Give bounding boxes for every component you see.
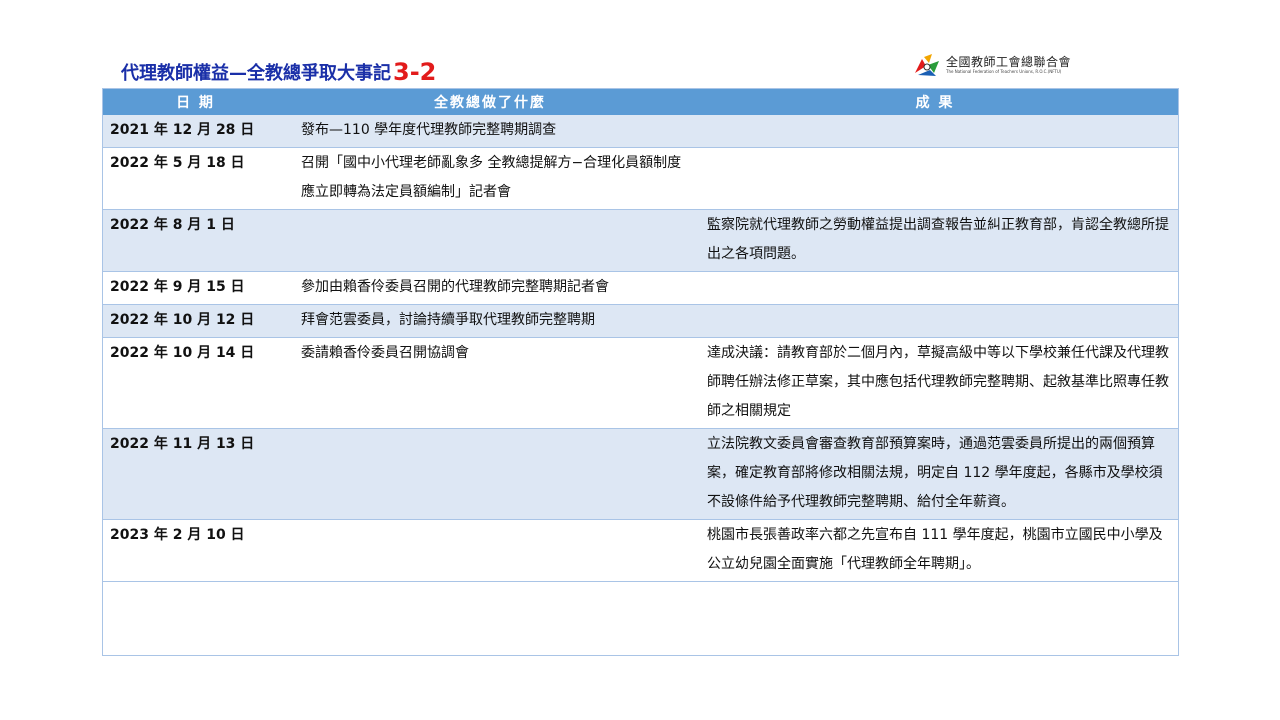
milestone-table: 日 期 全教總做了什麼 成 果 2021 年 12 月 28 日 發布—110 … <box>102 88 1179 582</box>
column-header-result: 成 果 <box>691 88 1179 115</box>
row-action: 發布—110 學年度代理教師完整聘期調查 <box>289 115 691 148</box>
row-date: 2022 年 8 月 1 日 <box>102 209 289 272</box>
table-row: 2022 年 10 月 12 日 拜會范雲委員，討論持續爭取代理教師完整聘期 <box>102 304 1179 338</box>
table-row: 2022 年 11 月 13 日 立法院教文委員會審查教育部預算案時，通過范雲委… <box>102 428 1179 520</box>
table-row: 2022 年 5 月 18 日 召開「國中小代理老師亂象多 全教總提解方−合理化… <box>102 147 1179 210</box>
row-action: 召開「國中小代理老師亂象多 全教總提解方−合理化員額制度應立即轉為法定員額編制」… <box>289 147 691 210</box>
row-date: 2022 年 5 月 18 日 <box>102 147 289 210</box>
row-result <box>691 304 1179 338</box>
row-date: 2022 年 10 月 14 日 <box>102 337 289 429</box>
row-action: 委請賴香伶委員召開協調會 <box>289 337 691 429</box>
table-row: 2022 年 8 月 1 日 監察院就代理教師之勞動權益提出調查報告並糾正教育部… <box>102 209 1179 272</box>
row-action <box>289 209 691 272</box>
row-result: 桃園市長張善政率六都之先宣布自 111 學年度起，桃園市立國民中小學及公立幼兒園… <box>691 519 1179 582</box>
row-result <box>691 115 1179 148</box>
row-result: 監察院就代理教師之勞動權益提出調查報告並糾正教育部，肯認全教總所提出之各項問題。 <box>691 209 1179 272</box>
table-row: 2022 年 9 月 15 日 參加由賴香伶委員召開的代理教師完整聘期記者會 <box>102 271 1179 305</box>
column-header-action: 全教總做了什麼 <box>289 88 691 115</box>
page-title: 代理教師權益—全教總爭取大事記 3-2 <box>121 56 436 86</box>
page-title-text: 代理教師權益—全教總爭取大事記 <box>121 63 391 84</box>
row-date: 2021 年 12 月 28 日 <box>102 115 289 148</box>
page-title-number: 3-2 <box>393 58 437 86</box>
row-result: 立法院教文委員會審查教育部預算案時，通過范雲委員所提出的兩個預算案，確定教育部將… <box>691 428 1179 520</box>
org-logo: 全國教師工會總聯合會 The National Federation of Te… <box>912 50 1092 80</box>
row-action <box>289 519 691 582</box>
column-header-date: 日 期 <box>102 88 289 115</box>
row-date: 2022 年 10 月 12 日 <box>102 304 289 338</box>
logo-chinese-name: 全國教師工會總聯合會 <box>946 55 1072 69</box>
nftu-logo-icon <box>915 54 939 76</box>
row-result: 達成決議：請教育部於二個月內，草擬高級中等以下學校兼任代課及代理教師聘任辦法修正… <box>691 337 1179 429</box>
row-date: 2022 年 9 月 15 日 <box>102 271 289 305</box>
table-header-row: 日 期 全教總做了什麼 成 果 <box>102 88 1179 115</box>
row-result <box>691 147 1179 210</box>
row-result <box>691 271 1179 305</box>
row-action: 參加由賴香伶委員召開的代理教師完整聘期記者會 <box>289 271 691 305</box>
table-row: 2022 年 10 月 14 日 委請賴香伶委員召開協調會 達成決議：請教育部於… <box>102 337 1179 429</box>
row-action <box>289 428 691 520</box>
logo-english-name: The National Federation of Teachers Unio… <box>946 69 1062 74</box>
row-date: 2023 年 2 月 10 日 <box>102 519 289 582</box>
row-action: 拜會范雲委員，討論持續爭取代理教師完整聘期 <box>289 304 691 338</box>
row-date: 2022 年 11 月 13 日 <box>102 428 289 520</box>
table-row: 2021 年 12 月 28 日 發布—110 學年度代理教師完整聘期調查 <box>102 115 1179 148</box>
table-row: 2023 年 2 月 10 日 桃園市長張善政率六都之先宣布自 111 學年度起… <box>102 519 1179 582</box>
